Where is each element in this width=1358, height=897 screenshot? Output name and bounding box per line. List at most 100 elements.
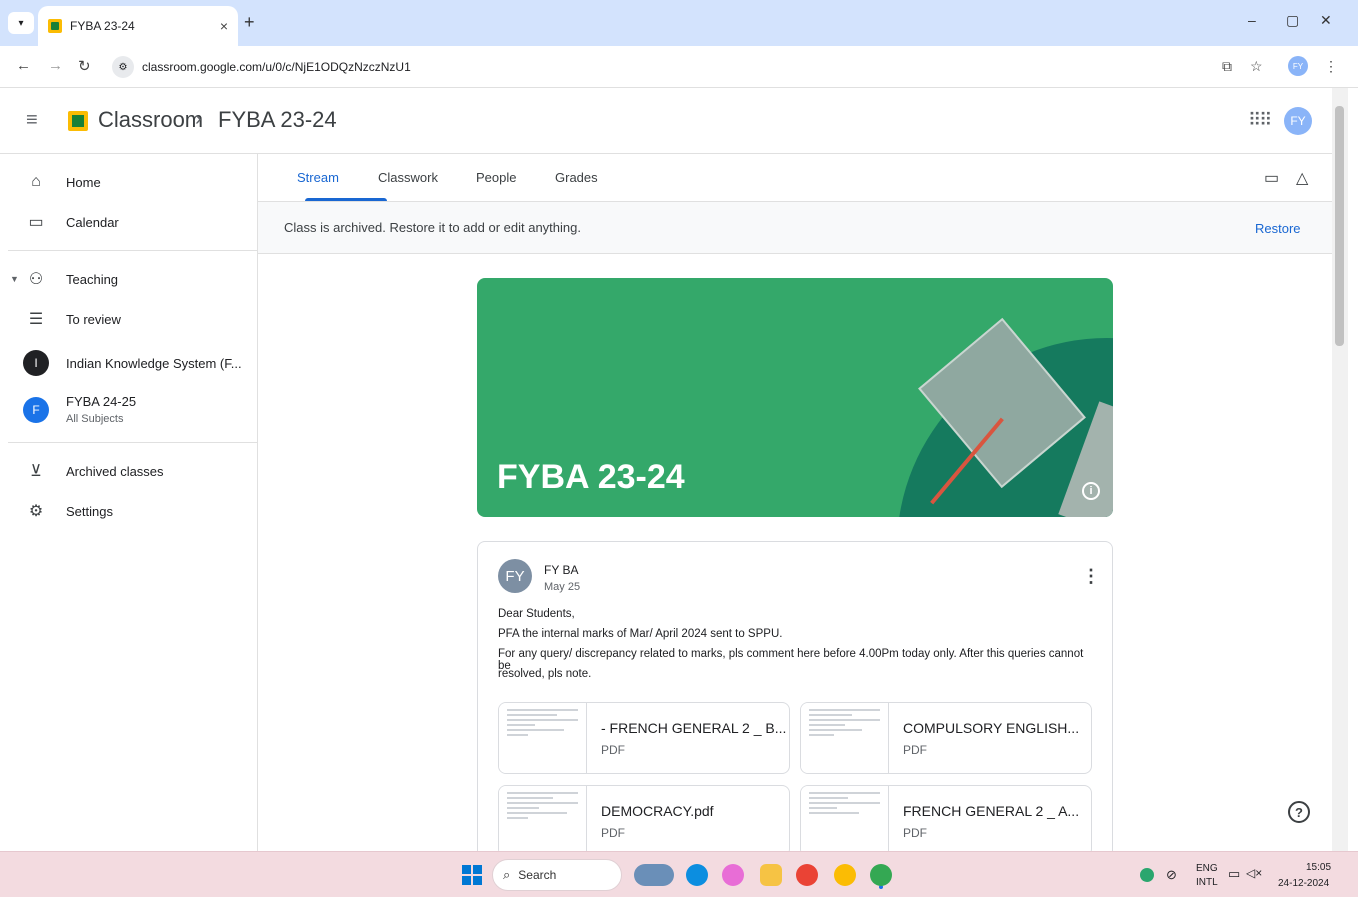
expand-caret-icon[interactable]: ▼ bbox=[10, 274, 19, 284]
language-indicator[interactable]: ENG bbox=[1196, 863, 1218, 874]
home-icon: ⌂ bbox=[31, 173, 41, 190]
author-avatar: FY bbox=[498, 559, 532, 593]
chrome-profile-k-icon[interactable] bbox=[834, 864, 856, 886]
tab-close-icon[interactable]: × bbox=[220, 18, 228, 34]
address-bar[interactable]: ⚙ classroom.google.com/u/0/c/NjE1ODQzNzc… bbox=[104, 53, 1282, 81]
tab-classwork[interactable]: Classwork bbox=[378, 170, 438, 185]
help-icon[interactable]: ? bbox=[1288, 801, 1310, 823]
classroom-favicon-icon bbox=[48, 19, 62, 33]
sidebar-item-class-iks[interactable]: I Indian Knowledge System (F... bbox=[0, 343, 257, 383]
attachment-card[interactable]: COMPULSORY ENGLISH... PDF bbox=[800, 702, 1092, 774]
reload-icon[interactable]: ↻ bbox=[78, 57, 91, 75]
attachment-type: PDF bbox=[903, 743, 927, 757]
page-scrollbar[interactable] bbox=[1332, 88, 1348, 851]
tab-stream[interactable]: Stream bbox=[297, 170, 339, 185]
post-text-line: resolved, pls note. bbox=[498, 668, 592, 680]
tab-grades[interactable]: Grades bbox=[555, 170, 598, 185]
back-arrow-icon[interactable]: ← bbox=[16, 57, 31, 74]
archived-message: Class is archived. Restore it to add or … bbox=[284, 220, 581, 235]
archive-icon: ⊻ bbox=[30, 463, 42, 480]
windows-taskbar: ⌕ Search ⊘ ENG INTL ▭ ◁× 15:05 24-12-202… bbox=[0, 851, 1358, 897]
sidebar-item-label: Calendar bbox=[66, 214, 119, 230]
profile-avatar[interactable]: FY bbox=[1288, 56, 1308, 76]
app-name[interactable]: Classroom bbox=[98, 107, 203, 133]
account-avatar[interactable]: FY bbox=[1284, 107, 1312, 135]
taskbar-search[interactable]: ⌕ Search bbox=[492, 859, 622, 891]
info-icon[interactable]: i bbox=[1082, 482, 1100, 500]
network-icon[interactable]: ▭ bbox=[1228, 866, 1240, 882]
url-text: classroom.google.com/u/0/c/NjE1ODQzNzczN… bbox=[142, 60, 411, 74]
sidebar-item-label: Archived classes bbox=[66, 463, 164, 479]
attachment-card[interactable]: - FRENCH GENERAL 2 _ B... PDF bbox=[498, 702, 790, 774]
file-explorer-icon[interactable] bbox=[760, 864, 782, 886]
language-indicator-layout[interactable]: INTL bbox=[1196, 877, 1218, 888]
browser-menu-icon[interactable]: ⋮ bbox=[1324, 58, 1338, 75]
chrome-profile-fy-icon[interactable] bbox=[870, 864, 892, 886]
post-text-line: Dear Students, bbox=[498, 608, 575, 620]
banner-class-title: FYBA 23-24 bbox=[497, 458, 685, 496]
attachment-name: COMPULSORY ENGLISH... bbox=[903, 720, 1080, 736]
attachment-card[interactable]: FRENCH GENERAL 2 _ A... PDF bbox=[800, 785, 1092, 857]
pdf-thumbnail bbox=[499, 786, 587, 856]
search-icon: ⌕ bbox=[503, 867, 511, 882]
sidebar-item-teaching[interactable]: ▼ ⚇ Teaching bbox=[0, 259, 257, 299]
sidebar-item-label: FYBA 24-25 bbox=[66, 394, 137, 409]
windows-start-icon[interactable] bbox=[462, 865, 482, 885]
pdf-thumbnail bbox=[801, 786, 889, 856]
sidebar-divider bbox=[8, 250, 257, 251]
install-app-icon[interactable]: ⧉ bbox=[1222, 58, 1232, 75]
bookmark-star-icon[interactable]: ☆ bbox=[1250, 58, 1263, 75]
volume-muted-icon[interactable]: ◁× bbox=[1246, 866, 1262, 880]
restore-button[interactable]: ▢ bbox=[1286, 12, 1299, 29]
tab-search-menu-button[interactable]: ▾ bbox=[8, 12, 34, 34]
calendar-icon[interactable]: ▭ bbox=[1264, 168, 1279, 188]
sidebar-item-class-fyba-24-25[interactable]: F FYBA 24-25 All Subjects bbox=[0, 382, 257, 438]
sidebar-item-settings[interactable]: ⚙ Settings bbox=[0, 491, 257, 531]
classroom-header: ≡ Classroom › FYBA 23-24 ⠿⠿ FY bbox=[0, 88, 1332, 154]
forward-arrow-icon[interactable]: → bbox=[48, 57, 63, 74]
drive-folder-icon[interactable]: △ bbox=[1296, 168, 1308, 188]
new-tab-button[interactable]: + bbox=[244, 12, 255, 33]
attachment-card[interactable]: DEMOCRACY.pdf PDF bbox=[498, 785, 790, 857]
sidebar-item-home[interactable]: ⌂ Home bbox=[0, 162, 257, 202]
copilot-icon[interactable] bbox=[722, 864, 744, 886]
clock-date[interactable]: 24-12-2024 bbox=[1278, 878, 1329, 889]
attachment-type: PDF bbox=[601, 743, 625, 757]
restore-button[interactable]: Restore bbox=[1255, 221, 1301, 236]
edge-browser-icon[interactable] bbox=[686, 864, 708, 886]
browser-tabstrip: ▾ FYBA 23-24 × + – ▢ ✕ bbox=[0, 0, 1358, 46]
tab-title: FYBA 23-24 bbox=[70, 19, 135, 33]
sidebar-item-label: To review bbox=[66, 311, 121, 327]
sidebar: ⌂ Home ▭ Calendar ▼ ⚇ Teaching ☰ To revi… bbox=[0, 154, 258, 851]
attachment-name: DEMOCRACY.pdf bbox=[601, 803, 714, 819]
sidebar-item-archived-classes[interactable]: ⊻ Archived classes bbox=[0, 451, 257, 491]
main-menu-icon[interactable]: ≡ bbox=[26, 109, 38, 132]
tab-people[interactable]: People bbox=[476, 170, 516, 185]
sidebar-divider bbox=[8, 442, 257, 443]
clock-time[interactable]: 15:05 bbox=[1306, 862, 1331, 873]
page-title: FYBA 23-24 bbox=[218, 107, 337, 132]
class-initial-avatar: I bbox=[23, 350, 49, 376]
attachment-name: - FRENCH GENERAL 2 _ B... bbox=[601, 720, 787, 736]
close-window-button[interactable]: ✕ bbox=[1320, 12, 1332, 29]
archived-notice: Class is archived. Restore it to add or … bbox=[258, 202, 1332, 254]
to-review-icon: ☰ bbox=[28, 311, 44, 328]
chrome-icon[interactable] bbox=[796, 864, 818, 886]
widgets-icon[interactable] bbox=[634, 864, 674, 886]
google-apps-icon[interactable]: ⠿⠿ bbox=[1248, 110, 1272, 131]
gear-icon: ⚙ bbox=[28, 503, 44, 520]
security-tray-icon[interactable] bbox=[1140, 868, 1154, 882]
attachment-type: PDF bbox=[903, 826, 927, 840]
sidebar-item-label: Teaching bbox=[66, 271, 119, 287]
scrollbar-thumb[interactable] bbox=[1335, 106, 1344, 346]
more-options-icon[interactable]: ⋮ bbox=[1082, 566, 1100, 587]
class-tabs: Stream Classwork People Grades ▭ △ bbox=[258, 154, 1332, 202]
minimize-button[interactable]: – bbox=[1248, 12, 1256, 28]
site-info-icon[interactable]: ⚙ bbox=[112, 56, 134, 78]
sidebar-item-to-review[interactable]: ☰ To review bbox=[0, 299, 257, 339]
classroom-logo-icon[interactable] bbox=[68, 111, 88, 131]
post-author: FY BA bbox=[544, 563, 579, 577]
onedrive-tray-icon[interactable]: ⊘ bbox=[1166, 867, 1177, 883]
browser-tab-active[interactable]: FYBA 23-24 × bbox=[38, 6, 238, 46]
sidebar-item-calendar[interactable]: ▭ Calendar bbox=[0, 202, 257, 242]
